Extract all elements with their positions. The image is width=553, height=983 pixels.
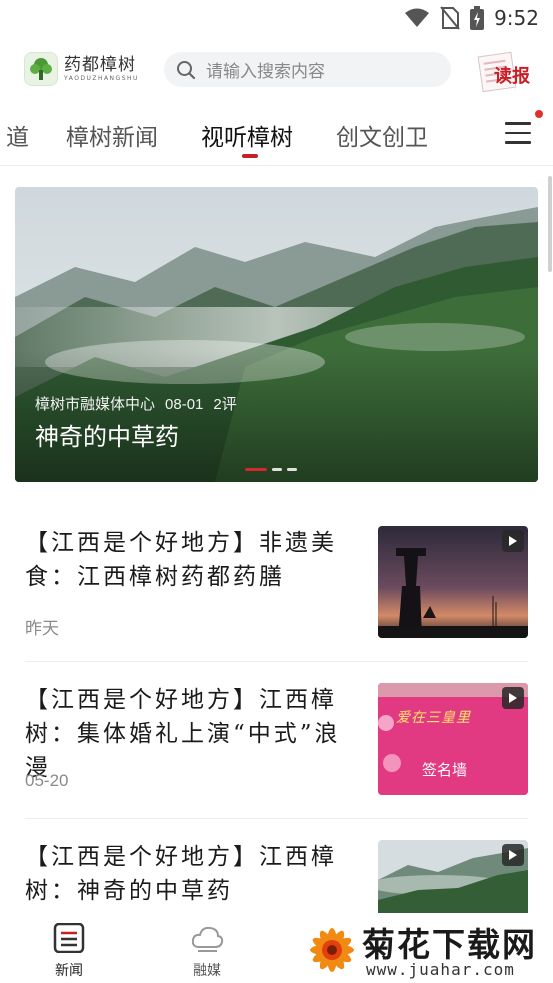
- app-header: 药都樟树 YAODUZHANGSHU 请输入搜索内容 读报: [0, 44, 553, 96]
- status-time: 9:52: [494, 6, 539, 30]
- video-play-icon: [502, 844, 524, 866]
- news-title: 【江西是个好地方】江西樟树：集体婚礼上演“中式”浪漫: [25, 687, 341, 781]
- channel-tabs: 道 樟树新闻 视听樟树 创文创卫: [0, 104, 553, 166]
- wifi-icon: [405, 8, 430, 27]
- tree-logo-icon: [24, 52, 58, 86]
- menu-icon[interactable]: [505, 122, 533, 148]
- news-list-item[interactable]: 【江西是个好地方】江西樟树：神奇的中草药: [25, 840, 528, 913]
- cloud-icon: [191, 926, 224, 952]
- carousel-indicator: [245, 468, 297, 471]
- site-watermark: 菊花下载网 www.juahar.com: [302, 916, 553, 983]
- no-sim-icon: [440, 6, 460, 30]
- app-logo[interactable]: 药都樟树 YAODUZHANGSHU: [24, 52, 139, 86]
- news-icon: [53, 922, 85, 954]
- news-thumbnail: [378, 840, 528, 913]
- news-thumbnail: [378, 526, 528, 638]
- list-divider: [25, 818, 528, 819]
- banner-source: 樟树市融媒体中心: [35, 396, 156, 413]
- nav-news-label: 新闻: [55, 962, 83, 978]
- tab-zhangshu-news[interactable]: 樟树新闻: [66, 118, 158, 152]
- notification-dot: [535, 110, 543, 118]
- banner-title: 神奇的中草药: [35, 424, 179, 451]
- search-icon: [177, 60, 196, 79]
- tab-civilization[interactable]: 创文创卫: [336, 118, 428, 152]
- tab-partial[interactable]: 道: [6, 118, 29, 152]
- news-list-item[interactable]: 【江西是个好地方】非遗美食：江西樟树药都药膳 昨天: [25, 526, 528, 646]
- logo-subtitle: YAODUZHANGSHU: [64, 75, 139, 82]
- thumbnail-caption: 爱在三皇里: [396, 710, 471, 726]
- carousel-dot: [272, 468, 282, 471]
- featured-banner[interactable]: 樟树市融媒体中心 08-01 2评 神奇的中草药: [15, 187, 538, 482]
- scrollbar[interactable]: [548, 176, 552, 272]
- status-bar: 9:52: [0, 0, 553, 38]
- banner-comments: 2评: [213, 396, 237, 413]
- nav-media-label: 融媒: [193, 962, 221, 978]
- video-play-icon: [502, 687, 524, 709]
- carousel-dot: [245, 468, 267, 471]
- news-time: 昨天: [25, 619, 59, 638]
- banner-meta: 樟树市融媒体中心 08-01 2评: [35, 393, 247, 414]
- video-play-icon: [502, 530, 524, 552]
- nav-media[interactable]: 融媒: [177, 923, 237, 980]
- watermark-name: 菊花下载网: [362, 926, 537, 963]
- tab-audio-visual[interactable]: 视听樟树: [201, 118, 293, 152]
- thumbnail-sign-text: 签名墙: [422, 762, 468, 779]
- news-thumbnail: 爱在三皇里 签名墙: [378, 683, 528, 795]
- battery-charging-icon: [470, 6, 485, 30]
- search-placeholder: 请输入搜索内容: [206, 62, 325, 81]
- logo-title: 药都樟树: [64, 55, 136, 74]
- banner-date: 08-01: [165, 396, 204, 413]
- active-tab-indicator: [242, 154, 258, 158]
- news-title: 【江西是个好地方】非遗美食：江西樟树药都药膳: [25, 530, 337, 590]
- search-input[interactable]: 请输入搜索内容: [164, 52, 451, 87]
- carousel-dot: [287, 468, 297, 471]
- news-title: 【江西是个好地方】江西樟树：神奇的中草药: [25, 844, 337, 904]
- nav-news[interactable]: 新闻: [39, 922, 99, 980]
- news-list-item[interactable]: 【江西是个好地方】江西樟树：集体婚礼上演“中式”浪漫 05-20 爱在三皇里 签…: [25, 683, 528, 803]
- read-newspaper-button[interactable]: 读报: [477, 48, 538, 93]
- chrysanthemum-logo-icon: [310, 928, 354, 972]
- read-newspaper-label: 读报: [494, 66, 530, 87]
- list-divider: [25, 661, 528, 662]
- watermark-url: www.juahar.com: [366, 960, 515, 979]
- news-time: 05-20: [25, 771, 69, 790]
